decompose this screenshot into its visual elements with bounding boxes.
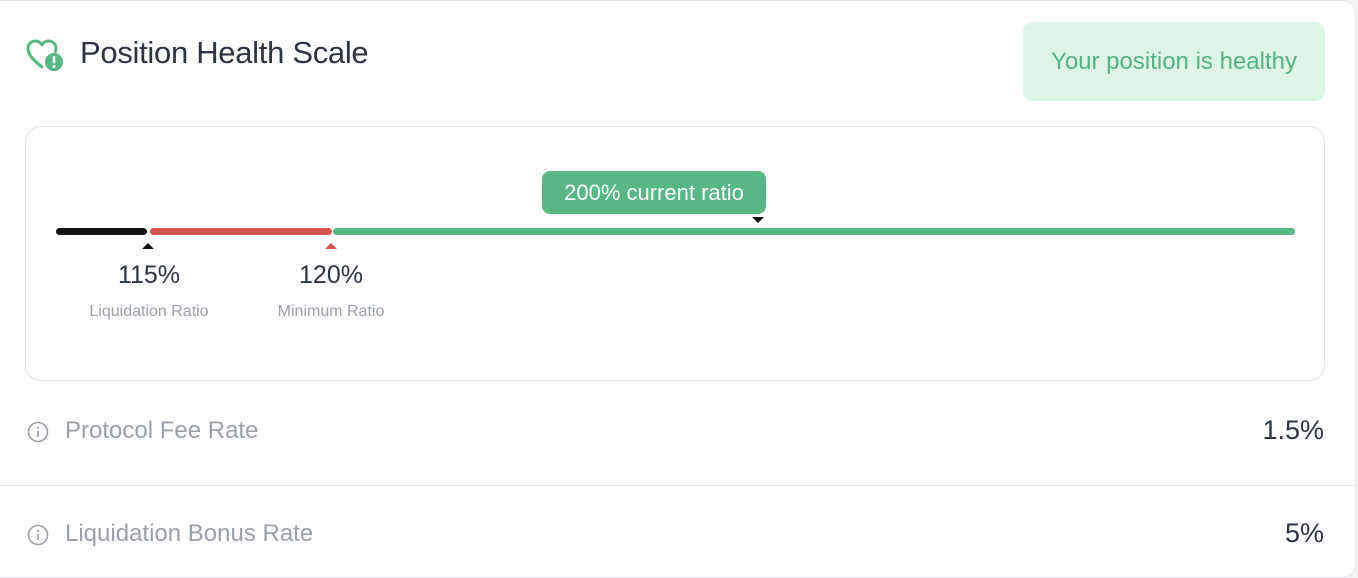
liquidation-ratio-value: 115%	[117, 261, 181, 289]
healthy-zone-bar	[333, 228, 1295, 235]
health-status-badge: Your position is healthy	[1023, 22, 1325, 101]
liquidation-bonus-label: Liquidation Bonus Rate	[65, 520, 314, 547]
current-ratio-pointer	[752, 217, 764, 223]
protocol-fee-value: 1.5%	[1262, 415, 1324, 445]
liquidation-ratio-label: Liquidation Ratio	[89, 303, 209, 320]
liquidation-bonus-value: 5%	[1284, 518, 1324, 548]
page-title: Position Health Scale	[80, 35, 369, 70]
danger-zone-bar	[150, 228, 332, 235]
minimum-ratio-value: 120%	[299, 261, 363, 289]
protocol-fee-label: Protocol Fee Rate	[65, 417, 259, 444]
liquidation-ratio-pointer	[142, 243, 154, 249]
minimum-ratio-label: Minimum Ratio	[277, 303, 385, 320]
liquidation-bonus-row: Liquidation Bonus Rate 5%	[0, 485, 1356, 578]
health-scale: 200% current ratio 115% Liquidation Rati…	[25, 126, 1325, 381]
minimum-ratio-pointer	[325, 243, 337, 249]
protocol-fee-row: Protocol Fee Rate 1.5%	[0, 383, 1356, 483]
info-icon[interactable]	[27, 524, 49, 546]
heart-alert-icon	[26, 39, 64, 73]
position-health-card: Position Health Scale Your position is h…	[0, 0, 1356, 578]
liquidation-zone-bar	[56, 228, 147, 235]
current-ratio-bubble: 200% current ratio	[542, 171, 766, 214]
info-icon[interactable]	[27, 421, 49, 443]
